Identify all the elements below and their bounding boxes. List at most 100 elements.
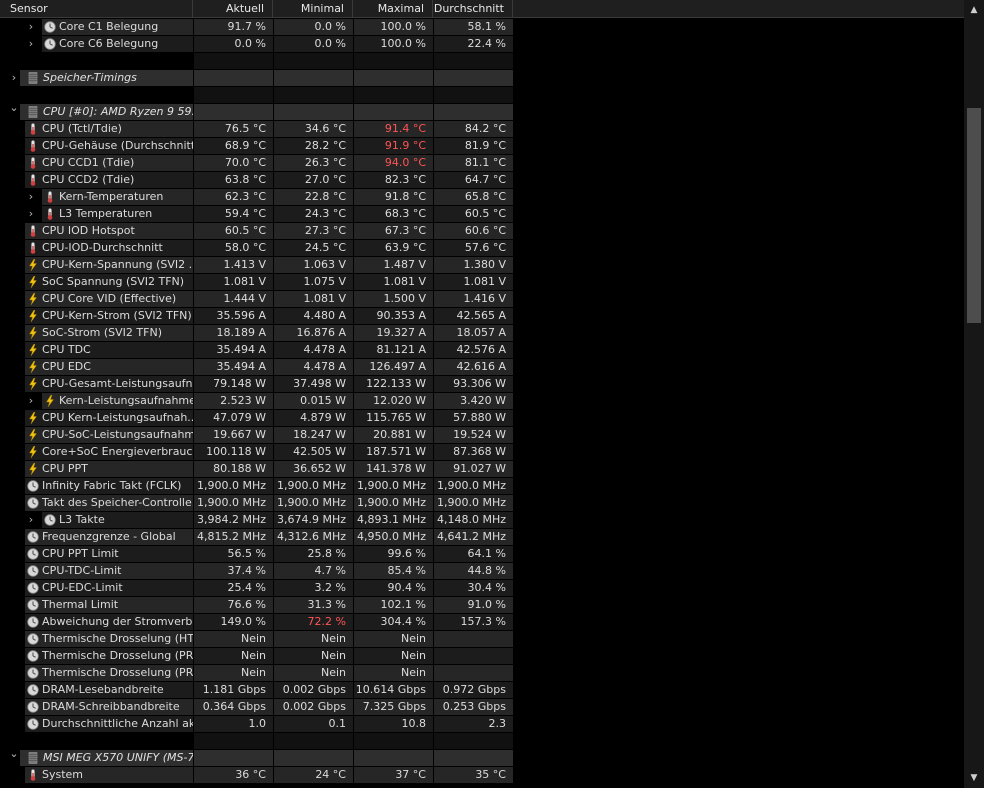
empty-cell bbox=[434, 750, 513, 766]
avg-value: 44.8 % bbox=[434, 563, 513, 579]
sensor-name-cell: Abweichung der Stromverbr... bbox=[0, 614, 193, 630]
group-label: Speicher-Timings bbox=[43, 71, 137, 84]
lightning-icon bbox=[27, 378, 39, 390]
chevron-right-icon[interactable]: › bbox=[26, 19, 36, 35]
max-value: 91.4 °C bbox=[354, 121, 433, 137]
sensor-row[interactable]: CPU-SoC-Leistungsaufnahm... 19.667 W 18.24… bbox=[0, 427, 513, 444]
sensor-row[interactable]: CPU IOD Hotspot 60.5 °C 27.3 °C 67.3 °C 60.6… bbox=[0, 223, 513, 240]
sensor-row[interactable]: CPU-IOD-Durchschnitt 58.0 °C 24.5 °C 63.9 °… bbox=[0, 240, 513, 257]
empty-cell bbox=[434, 70, 513, 86]
sensor-row[interactable]: Abweichung der Stromverbr... 149.0 % 72.2 … bbox=[0, 614, 513, 631]
sensor-row[interactable]: Thermische Drosselung (HTC) Nein Nein Nein bbox=[0, 631, 513, 648]
sensor-label: CPU CCD1 (Tdie) bbox=[42, 156, 135, 169]
scroll-up-icon[interactable]: ▲ bbox=[964, 2, 984, 18]
sensor-name-cell: CPU IOD Hotspot bbox=[0, 223, 193, 239]
sensor-row[interactable]: Thermal Limit 76.6 % 31.3 % 102.1 % 91.0 % bbox=[0, 597, 513, 614]
sensor-row[interactable]: › Kern-Temperaturen 62.3 °C 22.8 °C 91.8 °C 6… bbox=[0, 189, 513, 206]
sensor-row[interactable]: CPU-TDC-Limit 37.4 % 4.7 % 85.4 % 44.8 % bbox=[0, 563, 513, 580]
sensor-row[interactable]: CPU-Kern-Strom (SVI2 TFN) 35.596 A 4.480 A… bbox=[0, 308, 513, 325]
chevron-down-icon[interactable]: ⌄ bbox=[9, 104, 19, 116]
avg-value: 64.1 % bbox=[434, 546, 513, 562]
min-value: 42.505 W bbox=[274, 444, 353, 460]
sensor-row[interactable]: Durchschnittliche Anzahl akt...1.00.110.… bbox=[0, 716, 513, 733]
column-header-min[interactable]: Minimal bbox=[273, 0, 353, 17]
sensor-row[interactable]: CPU PPT 80.188 W 36.652 W 141.378 W 91.027 W bbox=[0, 461, 513, 478]
lightning-icon bbox=[27, 446, 39, 458]
group-name-cell: ⌄ CPU [#0]: AMD Ryzen 9 59... bbox=[0, 104, 193, 120]
sensor-row[interactable]: CPU-EDC-Limit 25.4 % 3.2 % 90.4 % 30.4 % bbox=[0, 580, 513, 597]
sensor-row[interactable]: CPU-Gehäuse (Durchschnitt) 68.9 °C 28.2 °C… bbox=[0, 138, 513, 155]
min-value: 37.498 W bbox=[274, 376, 353, 392]
avg-value: 19.524 W bbox=[434, 427, 513, 443]
sensor-label: Core C1 Belegung bbox=[59, 20, 159, 33]
scroll-down-icon[interactable]: ▼ bbox=[964, 770, 984, 786]
sensor-group-row[interactable]: ⌄ CPU [#0]: AMD Ryzen 9 59... bbox=[0, 104, 513, 121]
chevron-right-icon[interactable]: › bbox=[26, 512, 36, 528]
sensor-row[interactable]: › Core C1 Belegung 91.7 % 0.0 % 100.0 % 58.1 … bbox=[0, 19, 513, 36]
sensor-row[interactable]: › L3 Takte 3,984.2 MHz 3,674.9 MHz 4,893.1 M… bbox=[0, 512, 513, 529]
sensor-row[interactable]: DRAM-Schreibbandbreite 0.364 Gbps 0.002 Gb… bbox=[0, 699, 513, 716]
column-header-sensor[interactable]: Sensor bbox=[0, 0, 193, 17]
sensor-row[interactable]: System 36 °C 24 °C 37 °C 35 °C bbox=[0, 767, 513, 784]
current-value: 0.0 % bbox=[194, 36, 273, 52]
sensor-row[interactable]: DRAM-Lesebandbreite 1.181 Gbps 0.002 Gbps 1… bbox=[0, 682, 513, 699]
column-header-current[interactable]: Aktuell bbox=[193, 0, 273, 17]
sensor-name-cell: CPU-SoC-Leistungsaufnahm... bbox=[0, 427, 193, 443]
sensor-row[interactable]: SoC Spannung (SVI2 TFN) 1.081 V 1.075 V 1.0… bbox=[0, 274, 513, 291]
sensor-group-row[interactable]: › Speicher-Timings bbox=[0, 70, 513, 87]
sensor-row[interactable]: CPU CCD1 (Tdie) 70.0 °C 26.3 °C 94.0 °C 81.1… bbox=[0, 155, 513, 172]
min-value: 16.876 A bbox=[274, 325, 353, 341]
max-value: 1.487 V bbox=[354, 257, 433, 273]
sensor-row[interactable]: CPU (Tctl/Tdie) 76.5 °C 34.6 °C 91.4 °C 84.2… bbox=[0, 121, 513, 138]
column-header-avg[interactable]: Durchschnitt bbox=[433, 0, 513, 17]
sensor-label: Thermische Drosselung (PR... bbox=[42, 649, 193, 662]
sensor-row[interactable]: CPU Core VID (Effective) 1.444 V 1.081 V 1.… bbox=[0, 291, 513, 308]
column-header-max[interactable]: Maximal bbox=[353, 0, 433, 17]
sensor-list: › Core C1 Belegung 91.7 % 0.0 % 100.0 % 58.1 … bbox=[0, 19, 513, 784]
sensor-row[interactable]: CPU EDC 35.494 A 4.478 A 126.497 A 42.616 A bbox=[0, 359, 513, 376]
min-value: Nein bbox=[274, 631, 353, 647]
sensor-row[interactable]: › Kern-Leistungsaufnahmen 2.523 W 0.015 W 12… bbox=[0, 393, 513, 410]
sensor-row[interactable]: SoC-Strom (SVI2 TFN) 18.189 A 16.876 A 19.3… bbox=[0, 325, 513, 342]
min-value: 25.8 % bbox=[274, 546, 353, 562]
sensor-label: CPU PPT Limit bbox=[42, 547, 119, 560]
chevron-right-icon[interactable]: › bbox=[26, 189, 36, 205]
avg-value bbox=[434, 665, 513, 681]
sensor-row[interactable]: CPU-Gesamt-Leistungsaufn... 79.148 W 37.49… bbox=[0, 376, 513, 393]
max-value: Nein bbox=[354, 665, 433, 681]
current-value: 35.596 A bbox=[194, 308, 273, 324]
sensor-row[interactable]: Frequenzgrenze - Global 4,815.2 MHz 4,312.… bbox=[0, 529, 513, 546]
thermometer-icon bbox=[27, 140, 39, 152]
scrollbar-thumb[interactable] bbox=[967, 108, 981, 323]
sensor-row[interactable]: Thermische Drosselung (PR... Nein Nein Nein bbox=[0, 648, 513, 665]
min-value: 24.5 °C bbox=[274, 240, 353, 256]
sensor-row[interactable]: Core+SoC Energieverbrauc... 100.118 W 42.5… bbox=[0, 444, 513, 461]
chevron-down-icon[interactable]: ⌄ bbox=[9, 750, 19, 762]
sensor-group-row[interactable]: ⌄ MSI MEG X570 UNIFY (MS-7... bbox=[0, 750, 513, 767]
chevron-right-icon[interactable]: › bbox=[26, 393, 36, 409]
sensor-row[interactable]: › L3 Temperaturen 59.4 °C 24.3 °C 68.3 °C 60.… bbox=[0, 206, 513, 223]
sensor-label: Durchschnittliche Anzahl akt... bbox=[42, 717, 193, 730]
sensor-row[interactable]: › Core C6 Belegung 0.0 % 0.0 % 100.0 % 22.4 % bbox=[0, 36, 513, 53]
sensor-row[interactable]: Thermische Drosselung (PR... Nein Nein Nein bbox=[0, 665, 513, 682]
chevron-right-icon[interactable]: › bbox=[26, 36, 36, 52]
min-value: 34.6 °C bbox=[274, 121, 353, 137]
sensor-row[interactable]: CPU TDC 35.494 A 4.478 A 81.121 A 42.576 A bbox=[0, 342, 513, 359]
chevron-right-icon[interactable]: › bbox=[9, 70, 19, 86]
sensor-row[interactable]: CPU-Kern-Spannung (SVI2 ... 1.413 V 1.063 … bbox=[0, 257, 513, 274]
sensor-row[interactable]: Infinity Fabric Takt (FCLK) 1,900.0 MHz 1,… bbox=[0, 478, 513, 495]
empty-cell bbox=[274, 104, 353, 120]
sensor-row[interactable]: CPU Kern-Leistungsaufnah... 47.079 W 4.879… bbox=[0, 410, 513, 427]
chevron-right-icon[interactable]: › bbox=[26, 206, 36, 222]
sensor-label: CPU (Tctl/Tdie) bbox=[42, 122, 122, 135]
sensor-name-cell: Infinity Fabric Takt (FCLK) bbox=[0, 478, 193, 494]
sensor-row[interactable]: CPU PPT Limit 56.5 % 25.8 % 99.6 % 64.1 % bbox=[0, 546, 513, 563]
current-value: 0.364 Gbps bbox=[194, 699, 273, 715]
vertical-scrollbar[interactable]: ▲ ▼ bbox=[964, 0, 984, 788]
sensor-row[interactable]: CPU CCD2 (Tdie) 63.8 °C 27.0 °C 82.3 °C 64.7… bbox=[0, 172, 513, 189]
avg-value: 60.5 °C bbox=[434, 206, 513, 222]
sensor-label: CPU IOD Hotspot bbox=[42, 224, 135, 237]
sensor-row[interactable]: Takt des Speicher-Controlle... 1,900.0 MH… bbox=[0, 495, 513, 512]
thermometer-icon bbox=[27, 242, 39, 254]
current-value: 35.494 A bbox=[194, 359, 273, 375]
